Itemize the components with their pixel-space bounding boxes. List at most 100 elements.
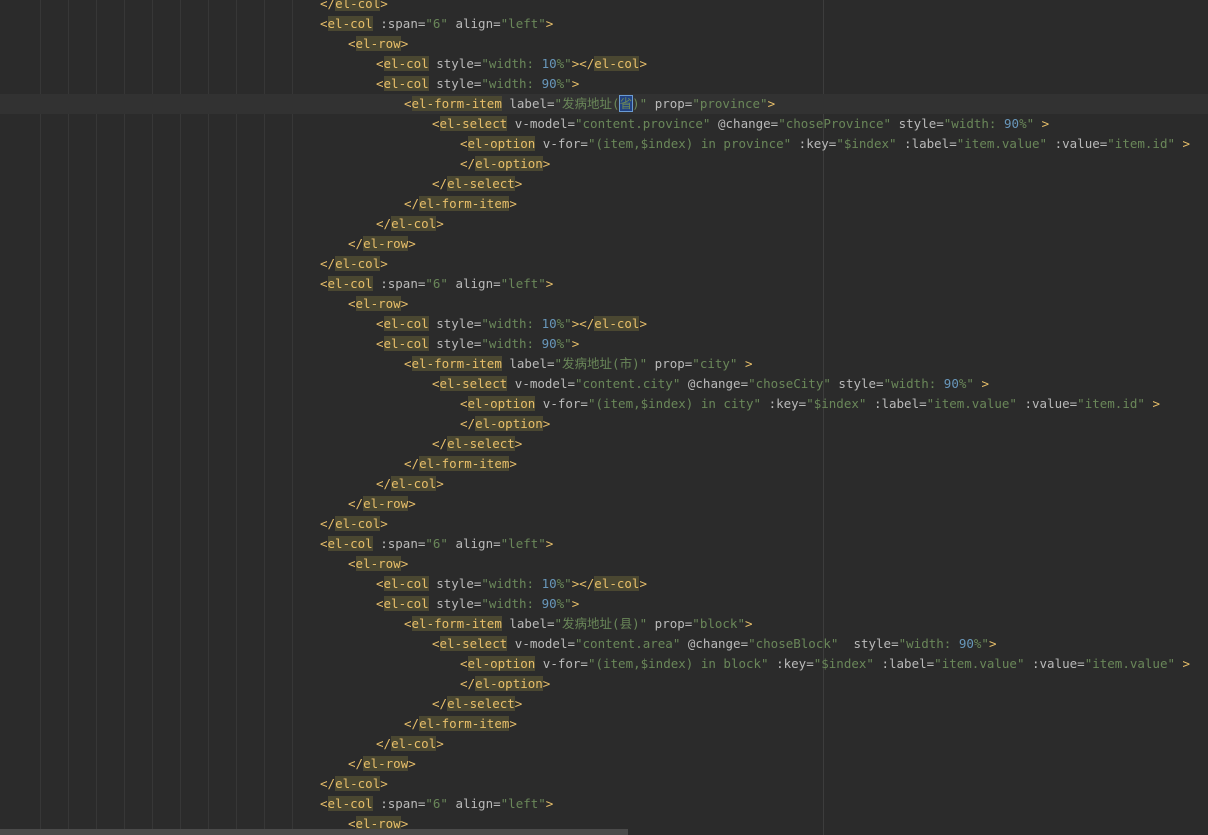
code-token: <: [460, 136, 468, 151]
code-token: >: [408, 756, 416, 771]
code-line[interactable]: </el-col>: [0, 0, 1208, 14]
code-token: "item.id": [1107, 136, 1176, 151]
horizontal-scrollbar[interactable]: [0, 829, 628, 835]
code-token: <: [376, 316, 384, 331]
code-token: )": [632, 96, 648, 111]
code-line[interactable]: <el-form-item label="发病地址(县)" prop="bloc…: [0, 614, 1208, 634]
code-line[interactable]: <el-col style="width: 10%"></el-col>: [0, 314, 1208, 334]
tag-name: el-col: [327, 796, 373, 811]
code-token: v-model=: [507, 636, 575, 651]
code-token: <: [376, 576, 384, 591]
tag-name: el-col: [383, 76, 429, 91]
code-token: @change=: [680, 636, 749, 651]
code-line[interactable]: <el-col style="width: 10%"></el-col>: [0, 54, 1208, 74]
code-token: <: [404, 616, 412, 631]
code-token: </: [460, 676, 476, 691]
code-token: "width:: [898, 636, 959, 651]
code-token: %": [958, 376, 974, 391]
tag-name: el-row: [363, 236, 409, 251]
code-token: style=: [838, 636, 899, 651]
code-line[interactable]: </el-row>: [0, 754, 1208, 774]
code-token: "item.value": [956, 136, 1048, 151]
code-line[interactable]: </el-col>: [0, 514, 1208, 534]
code-token: "width:: [481, 56, 542, 71]
tag-name: el-option: [467, 136, 536, 151]
code-token: :value=: [1016, 396, 1078, 411]
tag-name: el-form-item: [411, 616, 502, 631]
code-line-text: <el-option v-for="(item,$index) in provi…: [460, 134, 1190, 154]
tag-name: el-col: [335, 516, 381, 531]
code-line[interactable]: </el-col>: [0, 254, 1208, 274]
code-line[interactable]: <el-row>: [0, 554, 1208, 574]
code-token: 10: [541, 316, 557, 331]
code-line[interactable]: <el-select v-model="content.province" @c…: [0, 114, 1208, 134]
code-line[interactable]: </el-row>: [0, 234, 1208, 254]
code-line[interactable]: <el-select v-model="content.area" @chang…: [0, 634, 1208, 654]
code-token: ></: [571, 56, 595, 71]
code-line[interactable]: <el-form-item label="发病地址(市)" prop="city…: [0, 354, 1208, 374]
code-line-text: </el-col>: [376, 734, 444, 754]
code-line[interactable]: </el-option>: [0, 414, 1208, 434]
code-line[interactable]: <el-option v-for="(item,$index) in provi…: [0, 134, 1208, 154]
tag-name: el-row: [355, 296, 401, 311]
code-token: <: [432, 116, 440, 131]
tag-name: el-select: [439, 376, 508, 391]
tag-name: el-option: [467, 396, 536, 411]
tag-name: el-col: [383, 596, 429, 611]
code-token: "$index": [836, 136, 897, 151]
code-line-text: <el-col style="width: 90%">: [376, 74, 579, 94]
code-line[interactable]: </el-col>: [0, 214, 1208, 234]
code-token: 10: [541, 56, 557, 71]
tag-name: el-col: [335, 776, 381, 791]
code-line[interactable]: <el-col :span="6" align="left">: [0, 534, 1208, 554]
code-line[interactable]: <el-col :span="6" align="left">: [0, 794, 1208, 814]
code-token: >: [400, 296, 409, 311]
code-line-text: </el-select>: [432, 694, 522, 714]
code-line[interactable]: </el-col>: [0, 734, 1208, 754]
code-line[interactable]: </el-col>: [0, 774, 1208, 794]
code-token: %": [973, 636, 989, 651]
code-token: >: [509, 716, 517, 731]
code-token: >: [988, 636, 997, 651]
code-token: :value=: [1047, 136, 1108, 151]
code-token: style=: [428, 56, 482, 71]
code-editor[interactable]: </el-col> <el-col :span="6" align="left">…: [0, 0, 1208, 835]
code-line[interactable]: <el-option v-for="(item,$index) in block…: [0, 654, 1208, 674]
code-line[interactable]: </el-select>: [0, 694, 1208, 714]
code-line[interactable]: </el-form-item>: [0, 454, 1208, 474]
code-token: @change=: [680, 376, 749, 391]
code-line[interactable]: <el-row>: [0, 294, 1208, 314]
tag-name: el-option: [475, 676, 543, 691]
code-line[interactable]: <el-col :span="6" align="left">: [0, 274, 1208, 294]
code-token: :key=: [761, 396, 807, 411]
code-line-text: <el-form-item label="发病地址(省)" prop="prov…: [404, 94, 775, 114]
code-line[interactable]: <el-col style="width: 10%"></el-col>: [0, 574, 1208, 594]
code-line[interactable]: <el-row>: [0, 34, 1208, 54]
code-token: </: [320, 776, 336, 791]
code-line[interactable]: </el-option>: [0, 154, 1208, 174]
code-line[interactable]: </el-form-item>: [0, 194, 1208, 214]
code-line[interactable]: </el-select>: [0, 434, 1208, 454]
code-line[interactable]: <el-col style="width: 90%">: [0, 74, 1208, 94]
code-token: prop=: [647, 356, 693, 371]
code-line-text: </el-col>: [320, 774, 388, 794]
code-token: align=: [447, 16, 501, 31]
code-token: >: [509, 456, 517, 471]
code-token: "choseBlock": [748, 636, 839, 651]
code-line[interactable]: </el-select>: [0, 174, 1208, 194]
code-line[interactable]: </el-row>: [0, 494, 1208, 514]
code-token: </: [320, 256, 336, 271]
code-token: >: [514, 176, 523, 191]
code-line[interactable]: <el-col style="width: 90%">: [0, 334, 1208, 354]
code-line[interactable]: </el-col>: [0, 474, 1208, 494]
code-line[interactable]: <el-option v-for="(item,$index) in city"…: [0, 394, 1208, 414]
code-line[interactable]: </el-form-item>: [0, 714, 1208, 734]
tag-name: el-select: [439, 636, 508, 651]
code-token: prop=: [647, 616, 693, 631]
code-line[interactable]: <el-col style="width: 90%">: [0, 594, 1208, 614]
code-line[interactable]: </el-option>: [0, 674, 1208, 694]
code-line[interactable]: <el-select v-model="content.city" @chang…: [0, 374, 1208, 394]
code-line-text: <el-col style="width: 10%"></el-col>: [376, 54, 647, 74]
code-line[interactable]: <el-form-item label="发病地址(省)" prop="prov…: [0, 94, 1208, 114]
code-line[interactable]: <el-col :span="6" align="left">: [0, 14, 1208, 34]
